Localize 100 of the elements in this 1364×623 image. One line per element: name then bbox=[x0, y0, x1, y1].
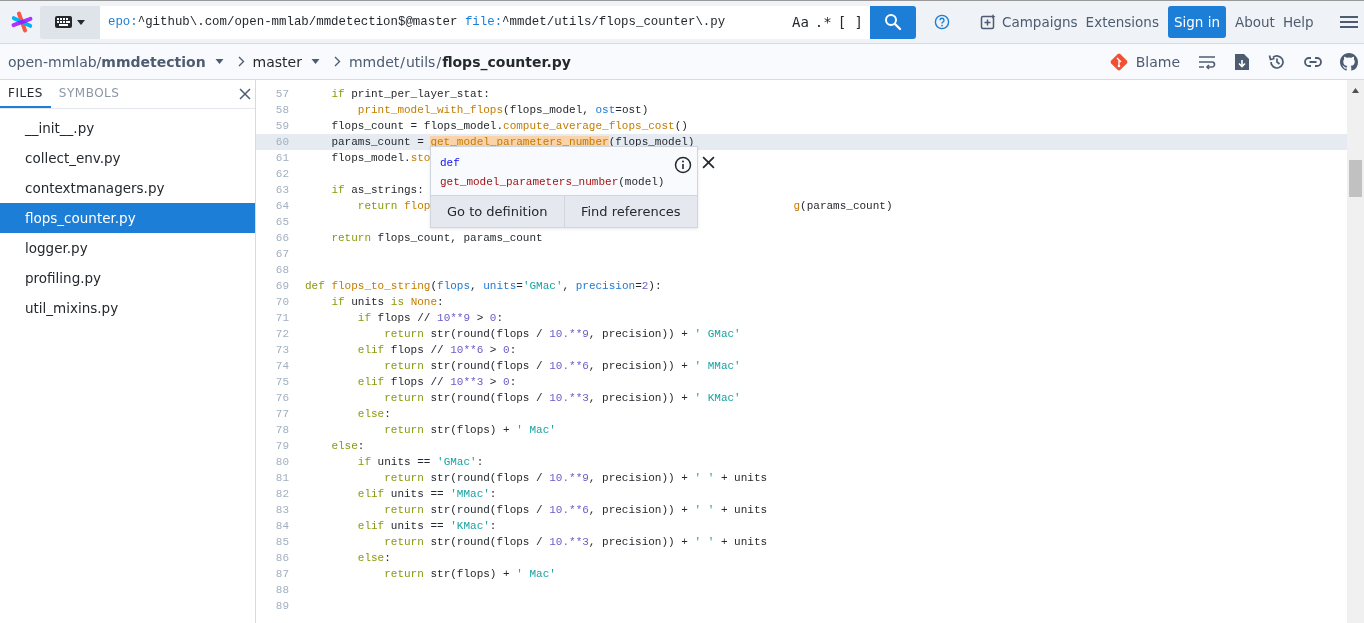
line-number: 77 bbox=[274, 407, 290, 422]
line-number: 85 bbox=[274, 535, 290, 550]
line-wrap-icon[interactable] bbox=[1198, 53, 1216, 70]
file-name: flops_counter.py bbox=[442, 53, 571, 70]
repository-link[interactable]: open-mmlab/mmdetection bbox=[8, 53, 206, 70]
revision-link[interactable]: master bbox=[252, 53, 302, 70]
code-line: return str(round(flops / 10.**3, precision)) + ' KMac' bbox=[383, 391, 741, 406]
code-line: return str(round(flops / 10.**9, precision)) + ' GMac' bbox=[383, 327, 741, 342]
code-line: return str(round(flops / 10.**6, precision)) + ' ' + units bbox=[383, 503, 768, 518]
tooltip-action-button[interactable]: Go to definition bbox=[431, 196, 564, 227]
line-number: 63 bbox=[274, 183, 290, 198]
github-icon[interactable] bbox=[1340, 52, 1358, 71]
nav-link[interactable]: Help bbox=[1278, 14, 1318, 30]
line-number: 61 bbox=[274, 151, 290, 166]
info-icon[interactable] bbox=[674, 156, 693, 174]
line-number: 58 bbox=[274, 103, 290, 118]
file-list-item[interactable]: logger.py bbox=[0, 233, 255, 263]
line-number: 69 bbox=[274, 279, 290, 294]
scrollbar[interactable] bbox=[1347, 80, 1364, 623]
code-line: return flop bbox=[356, 199, 431, 214]
caret-icon[interactable] bbox=[311, 59, 320, 64]
code-line: return str(round(flops / 10.**9, precision)) + ' ' + units bbox=[383, 471, 768, 486]
line-number: 84 bbox=[274, 519, 290, 534]
line-number: 72 bbox=[274, 327, 290, 342]
path-segment-link[interactable]: utils bbox=[405, 53, 436, 70]
file-list-item[interactable]: collect_env.py bbox=[0, 143, 255, 173]
line-number: 68 bbox=[274, 263, 290, 278]
line-number: 71 bbox=[274, 311, 290, 326]
help-icon[interactable] bbox=[934, 14, 950, 30]
logo-icon[interactable] bbox=[10, 10, 34, 34]
code-line: return str(round(flops / 10.**3, precision)) + ' ' + units bbox=[383, 535, 768, 550]
code-line: elif units == 'KMac': bbox=[356, 519, 497, 534]
line-number: 73 bbox=[274, 343, 290, 358]
search-field[interactable]: epo:^github\.com/open-mmlab/mmdetection$@master file:^mmdet/utils/flops_counter\.py Aa .* [ ] bbox=[100, 5, 870, 39]
link-icon[interactable] bbox=[1304, 55, 1322, 68]
line-number: 57 bbox=[274, 87, 290, 102]
tooltip-action-button[interactable]: Find references bbox=[563, 196, 697, 227]
nav-link[interactable]: Extensions bbox=[1081, 14, 1163, 30]
search-toggle[interactable]: Aa bbox=[789, 14, 812, 30]
keyboard-dropdown[interactable] bbox=[40, 5, 100, 39]
file-list-item[interactable]: contextmanagers.py bbox=[0, 173, 255, 203]
history-icon[interactable] bbox=[1268, 52, 1286, 71]
code-line: def flops_to_string(flops, units='GMac', precision=2): bbox=[305, 279, 662, 294]
code-line: flops_count = flops_model.compute_average_flops_cost() bbox=[330, 119, 688, 134]
line-number: 82 bbox=[274, 487, 290, 502]
code-line: return str(round(flops / 10.**6, precision)) + ' MMac' bbox=[383, 359, 741, 374]
close-icon[interactable] bbox=[239, 88, 251, 100]
code-line: else: bbox=[356, 551, 391, 566]
code-line: if flops // 10**9 > 0: bbox=[356, 311, 504, 326]
tooltip-keyword: def bbox=[440, 156, 461, 170]
line-number: 67 bbox=[274, 247, 290, 262]
search-button[interactable] bbox=[870, 5, 916, 39]
file-list-item[interactable]: __init__.py bbox=[0, 113, 255, 143]
code-line: elif units == 'MMac': bbox=[356, 487, 497, 502]
line-number: 81 bbox=[274, 471, 290, 486]
line-number: 79 bbox=[274, 439, 290, 454]
line-number: 89 bbox=[274, 599, 290, 614]
code-line: if units is None: bbox=[330, 295, 444, 310]
blame-button[interactable]: Blame bbox=[1108, 51, 1180, 72]
file-list-item[interactable]: flops_counter.py bbox=[0, 203, 255, 233]
line-number: 83 bbox=[274, 503, 290, 518]
line-number: 65 bbox=[274, 215, 290, 230]
search-toggle[interactable]: .* bbox=[811, 14, 835, 30]
sign-in-button[interactable]: Sign in bbox=[1167, 6, 1226, 38]
line-number: 62 bbox=[274, 167, 290, 182]
line-number: 78 bbox=[274, 423, 290, 438]
path-separator: / bbox=[436, 53, 442, 70]
code-line: flops_model.sto bbox=[330, 151, 431, 166]
code-line: return flops_count, params_count bbox=[330, 231, 543, 246]
line-number: 64 bbox=[274, 199, 290, 214]
tooltip-signature: get_model_parameters_number(model) bbox=[440, 175, 665, 189]
line-number: 75 bbox=[274, 375, 290, 390]
scroll-up-arrow-icon[interactable] bbox=[1352, 88, 1359, 93]
line-number: 86 bbox=[274, 551, 290, 566]
close-icon[interactable] bbox=[702, 156, 716, 169]
line-number: 76 bbox=[274, 391, 290, 406]
scrollbar-thumb[interactable] bbox=[1349, 160, 1362, 197]
code-line: return str(flops) + ' Mac' bbox=[383, 567, 556, 582]
file-list-item[interactable]: util_mixins.py bbox=[0, 293, 255, 323]
code-line: else: bbox=[330, 439, 365, 454]
line-number: 70 bbox=[274, 295, 290, 310]
code-line: return str(flops) + ' Mac' bbox=[383, 423, 556, 438]
nav-link[interactable]: About bbox=[1230, 14, 1279, 30]
search-toggle[interactable]: [ ] bbox=[834, 14, 866, 30]
code-line: g(params_count) bbox=[793, 199, 893, 214]
sidebar-tab[interactable]: FILES bbox=[0, 80, 51, 108]
code-line: if units == 'GMac': bbox=[356, 455, 484, 470]
caret-icon[interactable] bbox=[214, 59, 224, 64]
download-file-icon[interactable] bbox=[1234, 52, 1250, 71]
caret-icon bbox=[77, 19, 85, 25]
path-segment-link[interactable]: mmdet bbox=[349, 53, 400, 70]
search-icon bbox=[884, 13, 902, 31]
line-number: 66 bbox=[274, 231, 290, 246]
code-line: if as_strings: bbox=[330, 183, 424, 198]
line-number: 74 bbox=[274, 359, 290, 374]
line-number: 59 bbox=[274, 119, 290, 134]
nav-link[interactable]: Campaigns bbox=[976, 14, 1082, 30]
file-list-item[interactable]: profiling.py bbox=[0, 263, 255, 293]
code-line: print_model_with_flops(flops_model, ost=ost) bbox=[356, 103, 649, 118]
line-number: 60 bbox=[274, 135, 290, 150]
